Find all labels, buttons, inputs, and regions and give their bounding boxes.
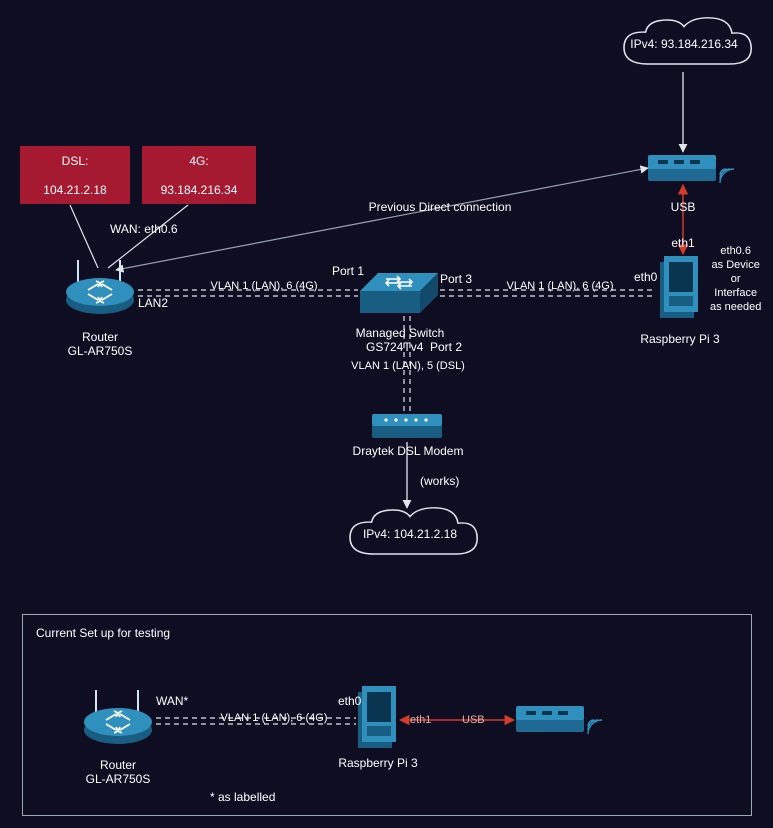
test-eth1: eth1 — [410, 714, 431, 726]
badge-4g: 4G: 93.184.216.34 — [142, 146, 256, 204]
vlan-down: VLAN 1 (LAN), 5 (DSL) — [351, 360, 465, 372]
router-name: Router — [82, 330, 118, 344]
test-wan: WAN* — [156, 694, 188, 708]
badge-dsl-ip: 104.21.2.18 — [43, 183, 106, 197]
switch-p2: Port 2 — [430, 340, 462, 354]
usb-label: USB — [671, 200, 696, 214]
test-router-model: GL-AR750S — [86, 772, 151, 786]
modem-label: Draytek DSL Modem — [353, 444, 464, 458]
dongle-4g-icon — [648, 155, 734, 183]
badge-dsl: DSL: 104.21.2.18 — [20, 146, 130, 204]
pi-name-label: Raspberry Pi 3 — [640, 332, 719, 346]
pi-note: eth0.6 as Device or Interface as needed — [710, 244, 761, 314]
test-usb: USB — [462, 714, 485, 726]
test-router-name: Router — [100, 758, 136, 772]
switch-model: GS724Tv4 — [366, 340, 423, 354]
router-wan: WAN: eth0.6 — [110, 222, 178, 236]
vlan-left: VLAN 1 (LAN), 6 (4G) — [211, 280, 318, 292]
badge-4g-ip: 93.184.216.34 — [161, 183, 238, 197]
dsl-modem-icon — [372, 414, 442, 438]
switch-p1: Port 1 — [332, 264, 364, 278]
badge-dsl-title: DSL: — [62, 154, 89, 168]
test-title: Current Set up for testing — [36, 626, 170, 640]
router-lan2: LAN2 — [138, 296, 168, 310]
vlan-right: VLAN 1 (LAN), 6 (4G) — [507, 280, 614, 292]
test-pi-name: Raspberry Pi 3 — [338, 756, 417, 770]
link-dsl-router — [70, 205, 98, 268]
switch-p3: Port 3 — [440, 272, 472, 286]
prev-direct-label: Previous Direct connection — [369, 200, 512, 214]
pi-eth1-label: eth1 — [671, 236, 694, 250]
cloud-dsl-label: IPv4: 104.21.2.18 — [363, 527, 457, 541]
cloud-4g-label: IPv4: 93.184.216.34 — [630, 37, 737, 51]
managed-switch-icon — [360, 273, 438, 313]
badge-4g-title: 4G: — [189, 154, 208, 168]
raspberry-pi-icon — [660, 256, 698, 318]
switch-name: Managed Switch — [356, 326, 445, 340]
test-eth0: eth0 — [338, 694, 361, 708]
router-model: GL-AR750S — [68, 344, 133, 358]
pi-eth0-label: eth0 — [634, 270, 657, 284]
works-label: (works) — [420, 474, 459, 488]
test-note: * as labelled — [210, 790, 275, 804]
test-vlan: VLAN 1 (LAN), 6 (4G) — [221, 712, 328, 724]
